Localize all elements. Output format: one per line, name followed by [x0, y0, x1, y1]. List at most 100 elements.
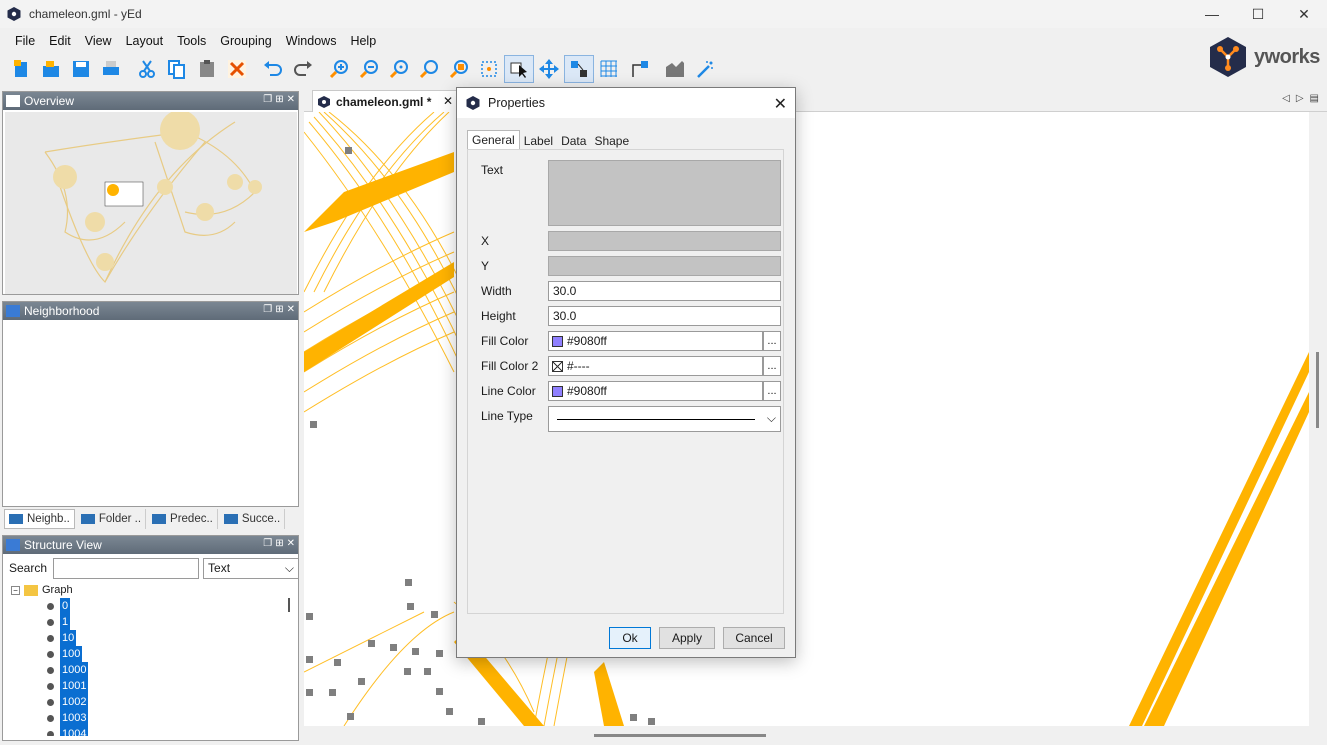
- graph-canvas[interactable]: [304, 112, 1309, 726]
- menu-edit[interactable]: Edit: [42, 34, 78, 48]
- move-view-icon[interactable]: [534, 55, 564, 83]
- tab-data[interactable]: Data: [557, 132, 590, 150]
- collapse-icon[interactable]: −: [11, 585, 20, 595]
- line-color-field[interactable]: #9080ff: [548, 381, 763, 401]
- tab-folder-contents[interactable]: Folder ..: [77, 509, 147, 529]
- close-icon[interactable]: ✕: [287, 94, 295, 105]
- cancel-button[interactable]: Cancel: [723, 627, 785, 649]
- zoom-in-icon[interactable]: [324, 55, 354, 83]
- apply-button[interactable]: Apply: [659, 627, 715, 649]
- yed-doc-icon: [318, 95, 330, 108]
- structure-tree[interactable]: − Graph 0 1 10 100 1000 1001 1002 1003 1…: [5, 582, 283, 736]
- zoom-out-icon[interactable]: [354, 55, 384, 83]
- tree-item[interactable]: 1004: [5, 726, 283, 736]
- tree-root[interactable]: − Graph: [5, 582, 283, 598]
- tree-item[interactable]: 1002: [5, 694, 283, 710]
- tab-shape[interactable]: Shape: [590, 132, 633, 150]
- dialog-close-icon[interactable]: ✕: [774, 94, 787, 114]
- canvas-vertical-scrollbar[interactable]: [1310, 112, 1326, 726]
- tree-item[interactable]: 1003: [5, 710, 283, 726]
- zoom-100-icon[interactable]: [384, 55, 414, 83]
- tab-predecessors[interactable]: Predec..: [148, 509, 218, 529]
- tree-item[interactable]: 0: [5, 598, 283, 614]
- pin-icon[interactable]: ⊞: [275, 94, 283, 105]
- copy-icon[interactable]: [162, 55, 192, 83]
- scrollbar-thumb[interactable]: [1316, 352, 1319, 428]
- dialog-title-bar: Properties ✕: [457, 88, 795, 118]
- minimize-button[interactable]: —: [1189, 0, 1235, 28]
- float-icon[interactable]: ❐: [263, 304, 272, 315]
- fill-color2-picker-button[interactable]: ...: [763, 356, 781, 376]
- tab-list-icon[interactable]: ▤: [1310, 93, 1319, 104]
- tab-successors[interactable]: Succe..: [220, 509, 286, 529]
- tab-general[interactable]: General: [467, 130, 520, 150]
- node-icon: [47, 698, 54, 706]
- snap-icon[interactable]: [660, 55, 690, 83]
- float-icon[interactable]: ❐: [263, 94, 272, 105]
- menu-view[interactable]: View: [78, 34, 119, 48]
- tree-item[interactable]: 1: [5, 614, 283, 630]
- x-field[interactable]: [548, 231, 781, 251]
- maximize-button[interactable]: ☐: [1235, 0, 1281, 28]
- tree-item[interactable]: 10: [5, 630, 283, 646]
- menu-file[interactable]: File: [8, 34, 42, 48]
- cut-icon[interactable]: [132, 55, 162, 83]
- float-icon[interactable]: ❐: [263, 538, 272, 549]
- line-color-picker-button[interactable]: ...: [763, 381, 781, 401]
- tree-scrollbar[interactable]: [288, 598, 290, 612]
- tab-label[interactable]: Label: [520, 132, 557, 150]
- tree-item[interactable]: 100: [5, 646, 283, 662]
- paste-icon[interactable]: [192, 55, 222, 83]
- ok-button[interactable]: Ok: [609, 627, 651, 649]
- structure-search-input[interactable]: [53, 557, 200, 579]
- tree-item[interactable]: 1000: [5, 662, 283, 678]
- line-type-select[interactable]: ⌵: [548, 406, 781, 432]
- orthogonal-edges-icon[interactable]: [624, 55, 654, 83]
- open-icon[interactable]: [36, 55, 66, 83]
- zoom-area-icon[interactable]: [444, 55, 474, 83]
- close-icon[interactable]: ✕: [287, 538, 295, 549]
- magic-wand-icon[interactable]: [690, 55, 720, 83]
- close-window-button[interactable]: ✕: [1281, 0, 1327, 28]
- canvas-horizontal-scrollbar[interactable]: [304, 727, 1309, 743]
- fill-color-field[interactable]: #9080ff: [548, 331, 763, 351]
- new-document-icon[interactable]: [6, 55, 36, 83]
- fit-content-icon[interactable]: [474, 55, 504, 83]
- y-field[interactable]: [548, 256, 781, 276]
- grid-icon[interactable]: [594, 55, 624, 83]
- undo-icon[interactable]: [258, 55, 288, 83]
- search-filter-select[interactable]: Text ⌵: [203, 557, 299, 579]
- redo-icon[interactable]: [288, 55, 318, 83]
- tab-neighborhood[interactable]: Neighb..: [4, 509, 75, 529]
- print-icon[interactable]: [96, 55, 126, 83]
- tab-next-icon[interactable]: ▷: [1296, 93, 1304, 104]
- zoom-fit-icon[interactable]: [414, 55, 444, 83]
- yworks-hex-icon: [1210, 37, 1246, 77]
- menu-layout[interactable]: Layout: [119, 34, 171, 48]
- delete-icon[interactable]: [222, 55, 252, 83]
- menu-windows[interactable]: Windows: [279, 34, 344, 48]
- lasso-icon[interactable]: [564, 55, 594, 83]
- fill-color2-field[interactable]: #----: [548, 356, 763, 376]
- close-tab-icon[interactable]: ✕: [443, 94, 453, 108]
- save-icon[interactable]: [66, 55, 96, 83]
- tab-chameleon-gml[interactable]: chameleon.gml * ✕: [312, 90, 460, 112]
- tree-item[interactable]: 1001: [5, 678, 283, 694]
- tab-prev-icon[interactable]: ◁: [1282, 93, 1290, 104]
- overview-panel: Overview ❐ ⊞ ✕: [2, 91, 299, 295]
- fill-color-picker-button[interactable]: ...: [763, 331, 781, 351]
- close-icon[interactable]: ✕: [287, 304, 295, 315]
- scrollbar-thumb[interactable]: [594, 734, 766, 737]
- pin-icon[interactable]: ⊞: [275, 304, 283, 315]
- text-field[interactable]: [548, 160, 781, 226]
- menu-help[interactable]: Help: [343, 34, 383, 48]
- node-icon: [47, 730, 54, 736]
- menu-tools[interactable]: Tools: [170, 34, 213, 48]
- height-field[interactable]: 30.0: [548, 306, 781, 326]
- menu-grouping[interactable]: Grouping: [213, 34, 278, 48]
- dialog-tabs: General Label Data Shape: [467, 130, 633, 150]
- width-field[interactable]: 30.0: [548, 281, 781, 301]
- edit-mode-icon[interactable]: [504, 55, 534, 83]
- pin-icon[interactable]: ⊞: [275, 538, 283, 549]
- overview-canvas[interactable]: [5, 112, 297, 294]
